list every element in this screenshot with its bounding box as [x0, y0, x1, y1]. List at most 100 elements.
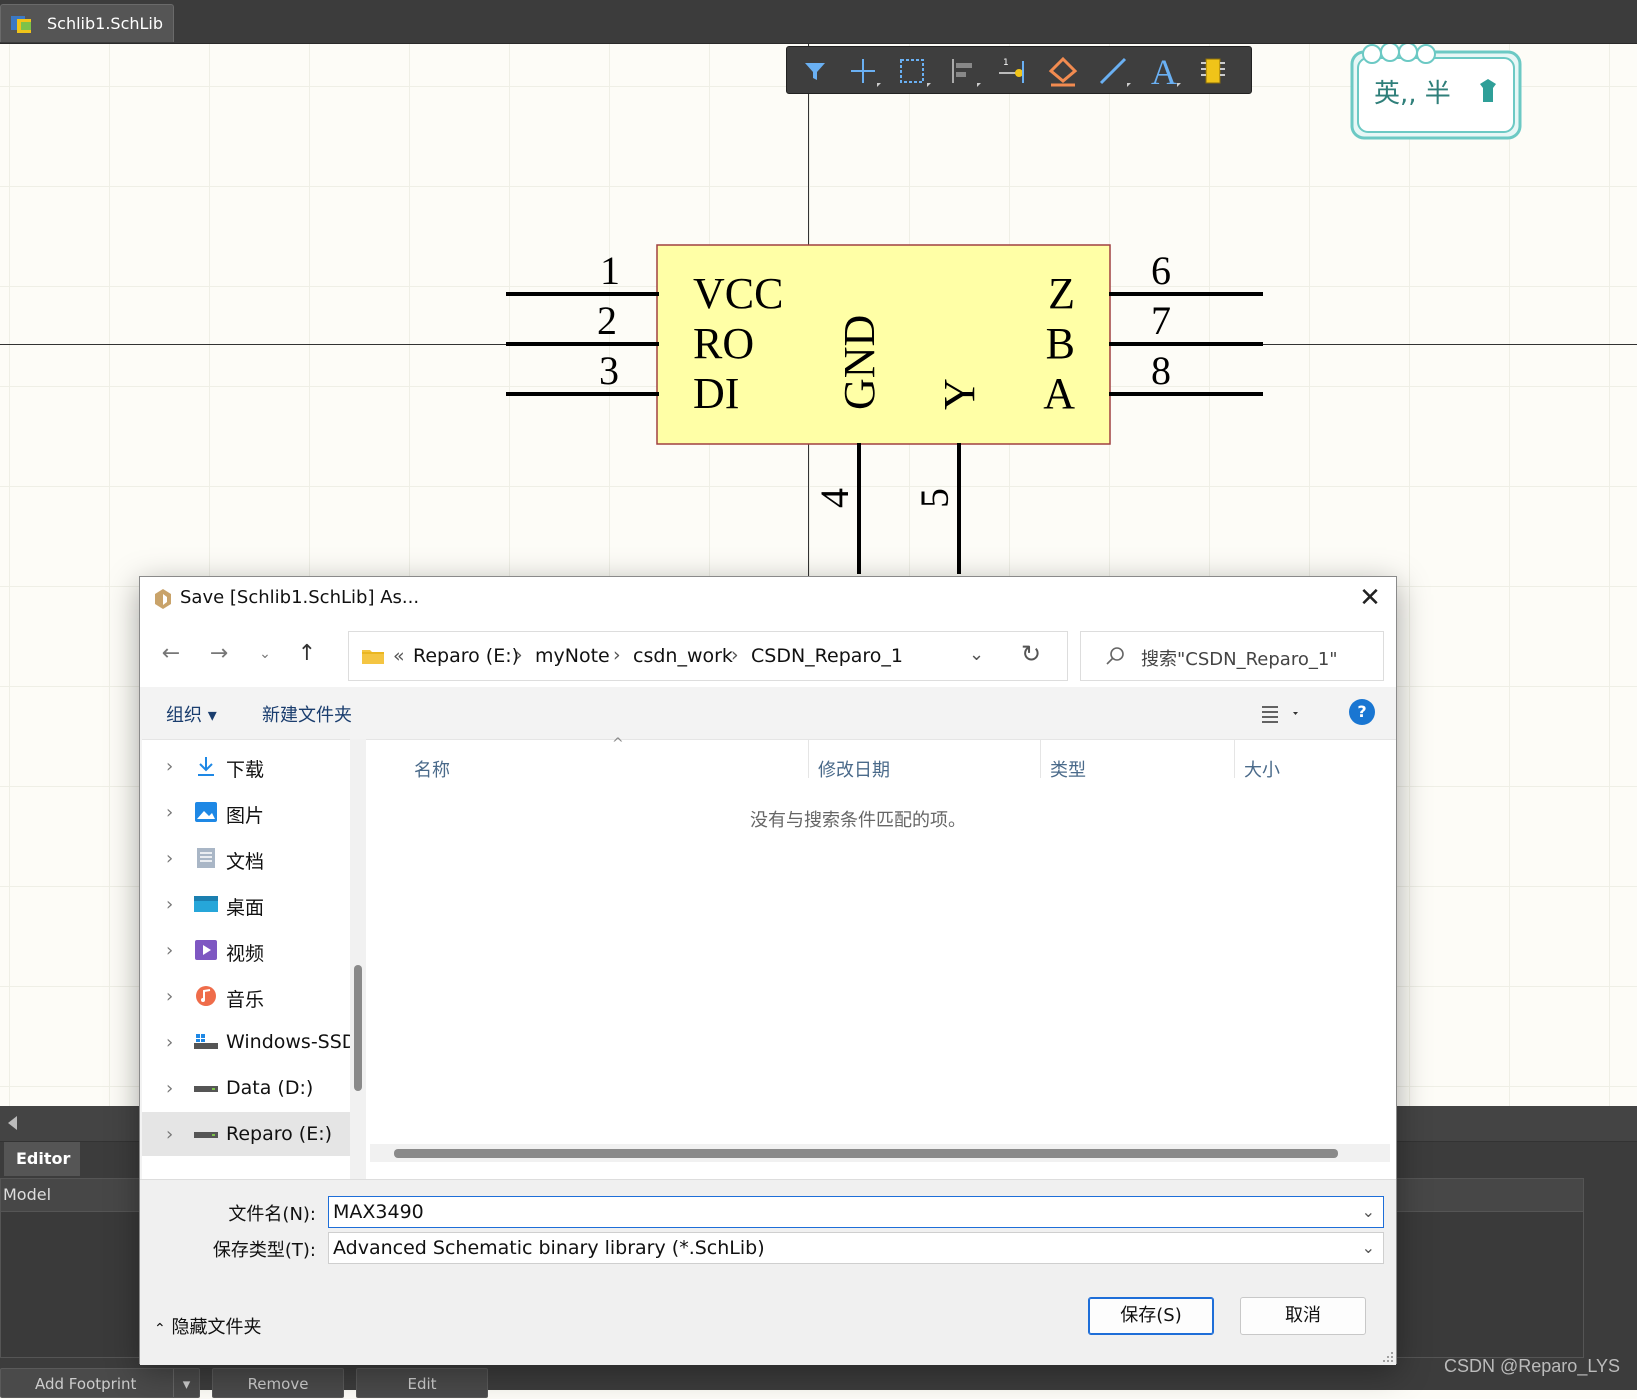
back-arrow-icon[interactable]: ←	[154, 637, 188, 671]
resize-grip-icon[interactable]	[1382, 1351, 1394, 1363]
drive-icon	[194, 1034, 218, 1049]
nav-item-documents[interactable]: › 文档	[142, 836, 350, 880]
up-arrow-icon[interactable]: ↑	[290, 637, 324, 671]
breadcrumb-item[interactable]: myNote	[535, 645, 610, 667]
nav-item-label: 文档	[226, 851, 265, 873]
move-icon[interactable]	[843, 53, 883, 89]
horizontal-scrollbar[interactable]	[370, 1144, 1390, 1162]
nav-pane-scrollbar[interactable]	[350, 739, 366, 1179]
column-divider[interactable]	[808, 740, 809, 778]
nav-item-label: 桌面	[226, 897, 265, 919]
nav-item-label: Reparo (E:)	[226, 1123, 333, 1145]
nav-item-data-d[interactable]: › Data (D:)	[142, 1066, 350, 1110]
sticker-text: 英,, 半	[1374, 79, 1451, 109]
navigation-pane[interactable]: › 下载 › 图片 › 文档 › 桌面 › 视频 › 音乐 › Windows-…	[142, 739, 356, 1179]
breadcrumb-separator-icon[interactable]: ›	[731, 644, 739, 666]
remove-button[interactable]: Remove	[212, 1368, 344, 1398]
nav-item-desktop[interactable]: › 桌面	[142, 882, 350, 926]
scrollbar-thumb[interactable]	[354, 965, 362, 1091]
column-divider[interactable]	[1040, 740, 1041, 778]
text-icon[interactable]: A	[1143, 52, 1183, 92]
add-footprint-button[interactable]: Add Footprint ▾	[0, 1368, 200, 1398]
expand-chevron-icon[interactable]: ›	[166, 986, 173, 1007]
select-rect-icon[interactable]	[893, 53, 933, 89]
chevron-down-icon[interactable]: ⌄	[1362, 1197, 1375, 1227]
breadcrumb-item[interactable]: csdn_work	[633, 645, 733, 667]
hide-folders-label: 隐藏文件夹	[171, 1317, 262, 1338]
nav-item-windows-ssd[interactable]: › Windows-SSD	[142, 1020, 356, 1064]
nav-item-reparo-e[interactable]: › Reparo (E:)	[142, 1112, 350, 1156]
chevron-down-icon[interactable]: ▾	[173, 1369, 199, 1397]
breadcrumb-overflow[interactable]: «	[393, 645, 405, 667]
save-button[interactable]: 保存(S)	[1088, 1297, 1214, 1335]
address-history-chevron-icon[interactable]: ⌄	[969, 644, 984, 665]
expand-chevron-icon[interactable]: ›	[166, 802, 173, 823]
pin-4-number: 4	[812, 488, 857, 508]
forward-arrow-icon[interactable]: →	[202, 637, 236, 671]
pin-4-name: GND	[835, 315, 884, 410]
filetype-label: 保存类型(T):	[212, 1240, 316, 1261]
fill-icon[interactable]	[1043, 53, 1083, 89]
column-header-type[interactable]: 类型	[1050, 756, 1086, 782]
nav-item-label: 下载	[226, 759, 265, 781]
line-icon[interactable]	[1093, 53, 1133, 89]
chevron-down-icon[interactable]: ⌄	[1362, 1233, 1375, 1263]
nav-item-music[interactable]: › 音乐	[142, 974, 350, 1018]
nav-item-label: 图片	[226, 805, 265, 827]
recent-locations-chevron-icon[interactable]: ⌄	[248, 637, 282, 671]
nav-item-label: Data (D:)	[226, 1077, 314, 1099]
search-input[interactable]: 搜索"CSDN_Reparo_1"	[1080, 631, 1384, 681]
pin-2-number: 2	[597, 298, 617, 343]
expand-chevron-icon[interactable]: ›	[166, 940, 173, 961]
place-pin-icon[interactable]: 1	[993, 53, 1033, 89]
expand-chevron-icon[interactable]: ›	[166, 1032, 173, 1053]
document-tab-bar: Schlib1.SchLib *	[0, 0, 1637, 71]
new-folder-button[interactable]: 新建文件夹	[262, 701, 352, 727]
filter-icon[interactable]	[795, 53, 835, 89]
watermark-text: CSDN @Reparo_LYS	[1444, 1356, 1621, 1376]
align-icon[interactable]	[943, 53, 983, 89]
breadcrumb-item[interactable]: CSDN_Reparo_1	[751, 645, 903, 667]
hide-folders-toggle[interactable]: ⌃ 隐藏文件夹	[154, 1313, 261, 1339]
expand-chevron-icon[interactable]: ›	[166, 756, 173, 777]
address-bar[interactable]: « Reparo (E:) › myNote › csdn_work › CSD…	[348, 631, 1068, 681]
filetype-value: Advanced Schematic binary library (*.Sch…	[333, 1237, 765, 1259]
filetype-select[interactable]: Advanced Schematic binary library (*.Sch…	[328, 1232, 1384, 1264]
edit-button[interactable]: Edit	[356, 1368, 488, 1398]
column-divider[interactable]	[1234, 740, 1235, 778]
filename-label: 文件名(N):	[228, 1204, 316, 1225]
column-header-name[interactable]: 名称	[414, 756, 450, 782]
scrollbar-thumb[interactable]	[394, 1149, 1338, 1158]
pin-7-name: B	[1046, 319, 1075, 368]
refresh-icon[interactable]: ↻	[1021, 640, 1041, 668]
document-tab[interactable]: Schlib1.SchLib *	[0, 4, 174, 71]
close-icon[interactable]: ✕	[1354, 583, 1386, 615]
scroll-left-icon[interactable]	[8, 1116, 17, 1130]
editor-tab[interactable]: Editor	[4, 1142, 80, 1176]
filename-input[interactable]: MAX3490 ⌄	[328, 1196, 1384, 1228]
pin-8-name: A	[1043, 369, 1075, 418]
help-icon[interactable]: ?	[1349, 699, 1375, 725]
expand-chevron-icon[interactable]: ›	[166, 1078, 173, 1099]
sort-ascending-icon: ^	[612, 736, 624, 752]
column-header-size[interactable]: 大小	[1244, 756, 1280, 782]
dialog-footer: ⌃ 隐藏文件夹 保存(S) 取消	[140, 1275, 1396, 1365]
breadcrumb-separator-icon[interactable]: ›	[515, 644, 523, 666]
view-options-icon[interactable]	[1260, 699, 1310, 727]
nav-item-pictures[interactable]: › 图片	[142, 790, 350, 834]
nav-item-downloads[interactable]: › 下载	[142, 744, 350, 788]
pictures-icon	[195, 802, 217, 822]
file-list-pane[interactable]: ^ 名称 修改日期 类型 大小 没有与搜索条件匹配的项。	[366, 736, 1396, 1179]
expand-chevron-icon[interactable]: ›	[166, 848, 173, 869]
cancel-button[interactable]: 取消	[1240, 1297, 1366, 1335]
breadcrumb-item[interactable]: Reparo (E:)	[413, 645, 519, 667]
dialog-titlebar[interactable]: Save [Schlib1.SchLib] As... ✕	[140, 577, 1396, 621]
expand-chevron-icon[interactable]: ›	[166, 894, 173, 915]
column-header-date[interactable]: 修改日期	[818, 756, 890, 782]
expand-chevron-icon[interactable]: ›	[166, 1124, 173, 1145]
nav-item-videos[interactable]: › 视频	[142, 928, 350, 972]
organize-menu[interactable]: 组织 ▾	[166, 701, 217, 727]
component-icon[interactable]	[1193, 53, 1233, 89]
breadcrumb-separator-icon[interactable]: ›	[613, 644, 621, 666]
pin-5-name: Y	[935, 378, 984, 410]
